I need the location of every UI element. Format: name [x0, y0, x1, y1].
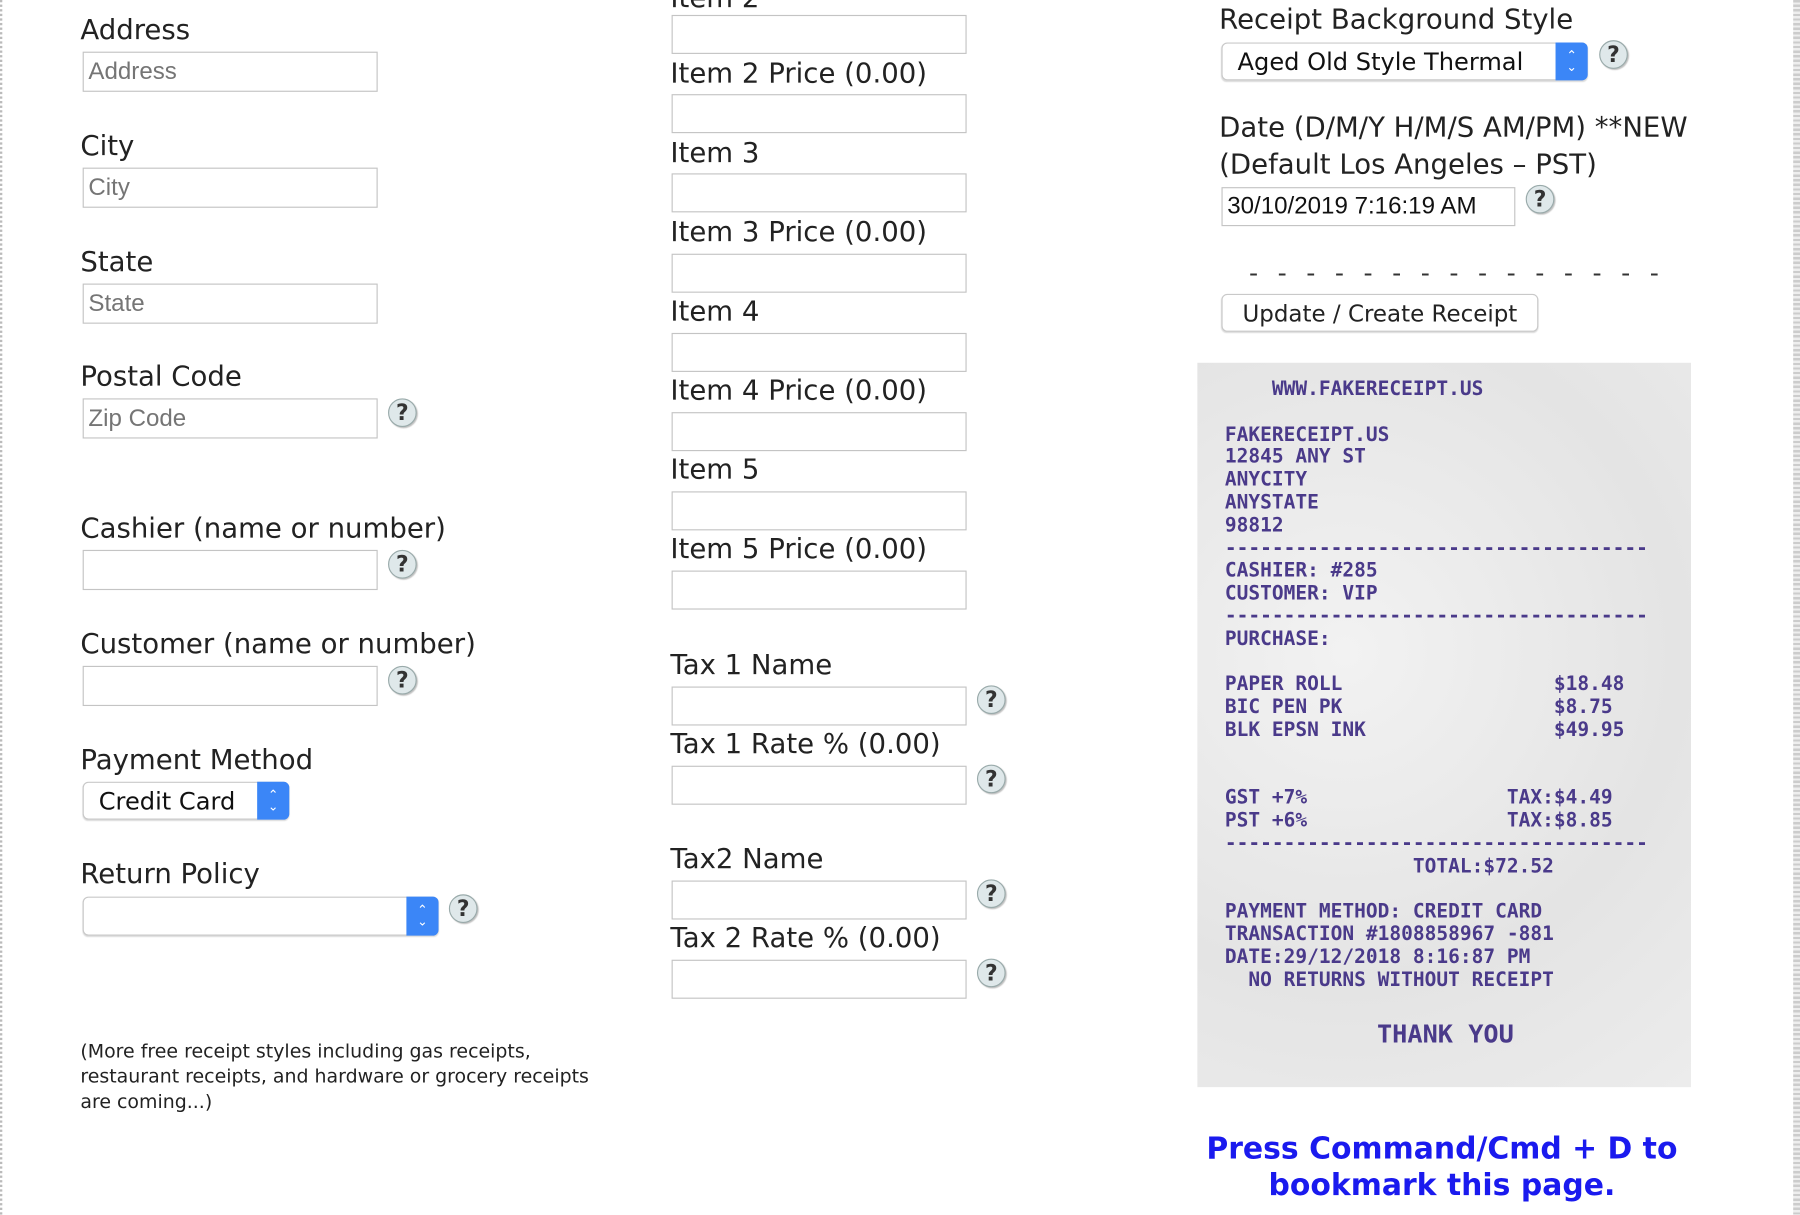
receipt-line: FAKERECEIPT.US [1224, 423, 1390, 447]
item-5-input[interactable] [671, 491, 967, 531]
receipt-line: PURCHASE: [1224, 627, 1331, 651]
receipt-line: TOTAL:$72.52 [1224, 855, 1554, 878]
city-label: City [80, 129, 135, 162]
receipt-line: PAPER ROLL $18.48 [1224, 673, 1625, 697]
tax-1-rate-input[interactable] [671, 765, 967, 805]
left-border [0, 0, 5, 1215]
receipt-line: ANYSTATE [1224, 491, 1319, 515]
item-4-label: Item 4 [670, 295, 760, 328]
address-input[interactable] [82, 51, 378, 92]
receipt-background-style-value: Aged Old Style Thermal [1237, 47, 1524, 76]
bookmark-hint: Press Command/Cmd + D to bookmark this p… [1206, 1131, 1678, 1204]
receipt-background-style-select[interactable]: Aged Old Style Thermal ⌃ ⌄ [1221, 42, 1588, 81]
receipt-line: BIC PEN PK $8.75 [1224, 695, 1613, 719]
help-icon[interactable]: ? [388, 549, 417, 579]
tax-2-rate-input[interactable] [671, 959, 967, 999]
tax-2-rate-label: Tax 2 Rate % (0.00) [670, 921, 941, 954]
payment-method-select[interactable]: Credit Card ⌃ ⌄ [82, 781, 290, 820]
date-label-line1: Date (D/M/Y H/M/S AM/PM) **NEW [1219, 111, 1688, 144]
help-icon[interactable]: ? [388, 665, 417, 695]
help-icon[interactable]: ? [1525, 184, 1555, 214]
receipt-line: CASHIER: #285 [1224, 559, 1378, 583]
select-chevron-icon: ⌃ ⌄ [257, 781, 290, 820]
return-policy-label: Return Policy [80, 857, 260, 890]
select-chevron-icon: ⌃ ⌄ [1555, 42, 1588, 81]
receipt-line: WWW.FAKERECEIPT.US [1224, 377, 1484, 401]
item-3-price-input[interactable] [671, 253, 967, 293]
receipt-line: ------------------------------------ [1224, 536, 1648, 560]
item-5-label: Item 5 [670, 453, 760, 486]
date-input[interactable] [1221, 187, 1516, 227]
item-2-price-label: Item 2 Price (0.00) [670, 57, 928, 90]
help-icon[interactable]: ? [976, 764, 1006, 794]
tax-1-name-label: Tax 1 Name [670, 648, 833, 681]
receipt-line: ANYCITY [1224, 468, 1308, 492]
item-3-label: Item 3 [670, 136, 760, 169]
state-input[interactable] [82, 283, 378, 324]
help-icon[interactable]: ? [448, 894, 478, 923]
page-scrollbar[interactable] [1793, 0, 1800, 1215]
receipt-preview: WWW.FAKERECEIPT.US FAKERECEIPT.US 12845 AN… [1197, 362, 1692, 1088]
more-styles-note: (More free receipt styles including gas … [80, 1040, 589, 1113]
receipt-line: PST +6% TAX:$8.85 [1224, 809, 1613, 833]
postal-code-input[interactable] [82, 398, 378, 439]
receipt-line: PAYMENT METHOD: CREDIT CARD [1224, 900, 1543, 924]
payment-method-value: Credit Card [98, 786, 236, 815]
receipt-line: ------------------------------------ [1224, 604, 1648, 628]
customer-input[interactable] [82, 665, 378, 707]
item-4-price-input[interactable] [671, 412, 967, 452]
receipt-background-style-label: Receipt Background Style [1219, 3, 1574, 36]
receipt-line: NO RETURNS WITHOUT RECEIPT [1224, 968, 1554, 992]
item-5-price-input[interactable] [671, 570, 967, 610]
select-chevron-icon: ⌃ ⌄ [406, 896, 439, 936]
item-4-price-label: Item 4 Price (0.00) [670, 374, 928, 407]
postal-code-label: Postal Code [80, 360, 242, 393]
cashier-input[interactable] [82, 549, 378, 591]
receipt-line: CUSTOMER: VIP [1224, 582, 1378, 606]
state-label: State [80, 245, 154, 278]
item-4-input[interactable] [671, 332, 967, 372]
address-label: Address [80, 13, 191, 46]
receipt-line: ------------------------------------ [1224, 832, 1648, 856]
help-icon[interactable]: ? [1599, 40, 1628, 69]
customer-label: Customer (name or number) [80, 627, 476, 661]
update-create-receipt-button[interactable]: Update / Create Receipt [1221, 293, 1539, 332]
separator-dashes: - - - - - - - - - - - - - - - [1249, 259, 1665, 289]
item-2-price-input[interactable] [671, 94, 967, 134]
receipt-line: 12845 ANY ST [1224, 445, 1366, 469]
tax-1-name-input[interactable] [671, 686, 967, 726]
receipt-line: THANK YOU [1224, 1021, 1514, 1050]
receipt-line: BLK EPSN INK $49.95 [1224, 718, 1625, 742]
receipt-line: 98812 [1224, 514, 1284, 538]
item-5-price-label: Item 5 Price (0.00) [670, 532, 928, 565]
receipt-line: TRANSACTION #1808858967 -881 [1224, 923, 1554, 947]
item-2-input[interactable] [671, 14, 967, 54]
payment-method-label: Payment Method [80, 743, 314, 777]
date-label-line2: (Default Los Angeles – PST) [1219, 148, 1597, 181]
receipt-line: DATE:29/12/2018 8:16:87 PM [1224, 945, 1531, 969]
cashier-label: Cashier (name or number) [80, 512, 446, 545]
city-input[interactable] [82, 167, 378, 208]
tax-2-name-input[interactable] [671, 880, 967, 920]
item-2-label: Item 2 [670, 0, 759, 14]
help-icon[interactable]: ? [976, 958, 1006, 988]
item-3-price-label: Item 3 Price (0.00) [670, 215, 928, 248]
return-policy-select[interactable]: ⌃ ⌄ [82, 896, 439, 936]
help-icon[interactable]: ? [388, 398, 417, 428]
item-3-input[interactable] [671, 173, 967, 213]
tax-2-name-label: Tax2 Name [670, 842, 824, 875]
receipt-line: GST +7% TAX:$4.49 [1224, 786, 1613, 810]
help-icon[interactable]: ? [976, 879, 1006, 909]
tax-1-rate-label: Tax 1 Rate % (0.00) [670, 727, 941, 760]
receipt-generator-form: Address City State Postal Code ? Cashier… [0, 0, 1800, 1215]
help-icon[interactable]: ? [976, 685, 1006, 715]
